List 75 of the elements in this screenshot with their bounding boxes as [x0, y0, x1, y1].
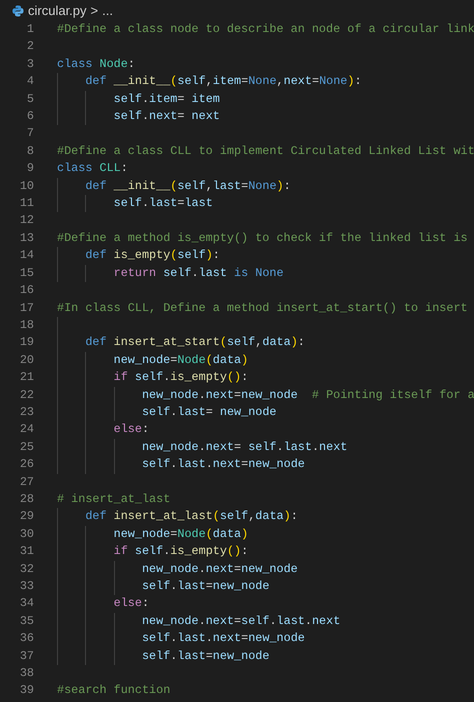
- line-number: 10: [18, 178, 34, 195]
- line-number: 30: [18, 526, 34, 543]
- code-line: new_node.next=new_node: [142, 560, 298, 578]
- code-line: def is_empty(self):: [85, 247, 220, 264]
- code-line: def __init__(self,last=None):: [85, 178, 291, 195]
- code-line: new_node.next= self.last.next: [142, 438, 348, 456]
- line-number: 33: [18, 578, 34, 595]
- breadcrumb-separator: >: [90, 2, 98, 20]
- code-line: self.last=new_node: [142, 648, 270, 665]
- line-number: 14: [18, 247, 34, 264]
- line-number: 1: [26, 21, 34, 38]
- code-line: self.last=new_node: [142, 578, 270, 595]
- breadcrumb-item[interactable]: ...: [102, 0, 113, 20]
- line-number: 19: [18, 334, 34, 352]
- line-number: 8: [26, 142, 34, 160]
- line-number: 29: [18, 508, 34, 526]
- code-line: self.item= item: [114, 90, 220, 108]
- code-line: else:: [114, 421, 150, 438]
- code-line: self.last= new_node: [142, 404, 277, 421]
- code-line: def __init__(self,item=None,next=None):: [85, 73, 362, 90]
- code-line: self.last=last: [114, 195, 213, 212]
- code-line: #Define a method is_empty() to check if the linked list is: [57, 230, 468, 247]
- line-number: 21: [18, 369, 34, 386]
- line-number: 36: [18, 630, 34, 648]
- code-line: return self.last is None: [114, 264, 284, 282]
- code-line: new_node.next=self.last.next: [142, 612, 340, 630]
- line-number: 2: [26, 38, 34, 56]
- line-number: 3: [26, 56, 34, 73]
- line-number: 38: [18, 665, 34, 682]
- code-line: #Define a class CLL to implement Circulated Linked List wit: [57, 142, 474, 160]
- line-number: 12: [18, 212, 34, 230]
- code-line: def insert_at_start(self,data):: [85, 334, 305, 352]
- line-number: 32: [18, 560, 34, 578]
- line-number: 28: [18, 490, 34, 508]
- line-number: 4: [26, 73, 34, 90]
- line-number: 37: [18, 648, 34, 665]
- python-file-icon: [12, 4, 24, 16]
- code-line: self.next= next: [114, 108, 220, 126]
- code-line: self.last.next=new_node: [142, 630, 305, 648]
- code-line: #search function: [57, 682, 170, 700]
- line-number: 35: [18, 612, 34, 630]
- line-number: 5: [26, 90, 34, 108]
- code-line: new_node.next=new_node # Pointing itself for a: [142, 386, 474, 404]
- line-number: 18: [18, 316, 34, 334]
- line-number: 15: [18, 264, 34, 282]
- line-number: 25: [18, 438, 34, 456]
- code-line: if self.is_empty():: [114, 543, 248, 560]
- code-line: #In class CLL, Define a method insert_at_start() to insert: [57, 300, 468, 316]
- line-number: 13: [18, 230, 34, 247]
- code-line: new_node=Node(data): [114, 352, 248, 369]
- line-number: 31: [18, 543, 34, 560]
- line-number: 6: [26, 108, 34, 126]
- line-number: 20: [18, 352, 34, 369]
- line-number: 26: [18, 456, 34, 474]
- line-number: 27: [18, 474, 34, 491]
- code-line: else:: [114, 595, 150, 612]
- code-line: # insert_at_last: [57, 490, 170, 508]
- code-line: class Node:: [57, 56, 135, 73]
- line-number: 9: [26, 160, 34, 178]
- line-number: 23: [18, 404, 34, 421]
- code-line: class CLL:: [57, 160, 128, 178]
- line-number: 11: [18, 195, 34, 212]
- line-number: 24: [18, 421, 34, 438]
- code-line: self.last.next=new_node: [142, 456, 305, 474]
- line-number: 39: [18, 682, 34, 700]
- code-line: def insert_at_last(self,data):: [85, 508, 298, 526]
- code-line: new_node=Node(data): [114, 526, 248, 543]
- line-number: 34: [18, 595, 34, 612]
- file-name[interactable]: circular.py: [28, 0, 87, 20]
- line-number: 17: [18, 300, 34, 316]
- code-line: if self.is_empty():: [114, 369, 248, 386]
- line-number: 16: [18, 282, 34, 300]
- line-number: 7: [26, 125, 34, 142]
- code-line: #Define a class node to describe an node of a circular link: [57, 21, 474, 38]
- line-number: 22: [18, 386, 34, 404]
